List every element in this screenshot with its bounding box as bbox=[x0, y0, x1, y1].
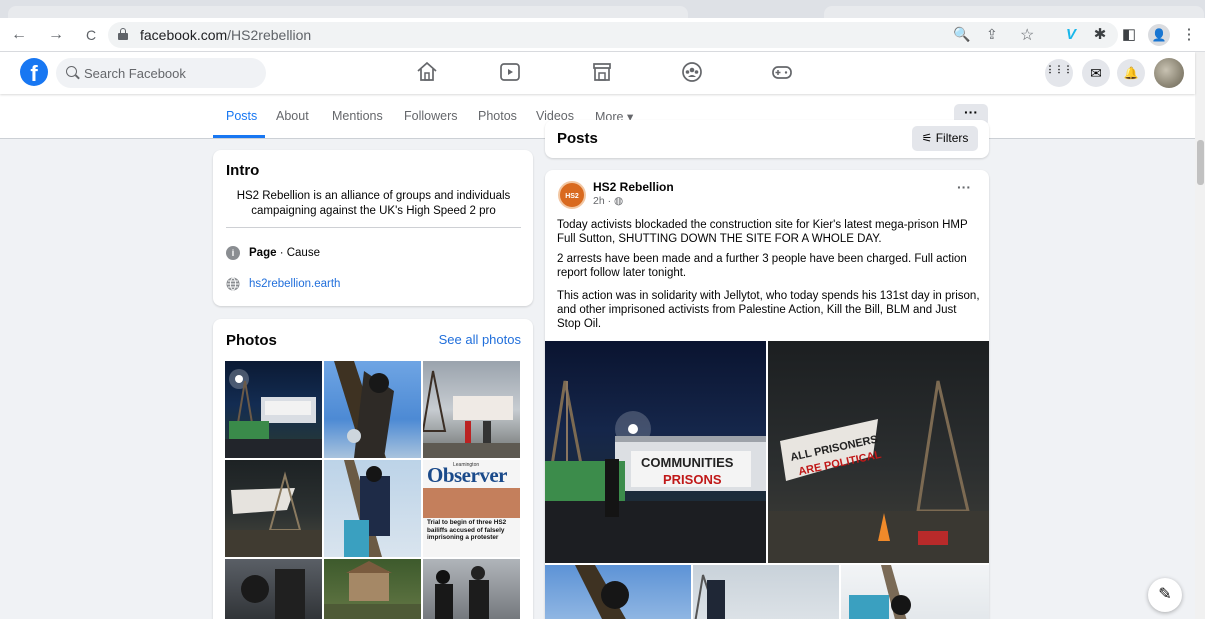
browser-tab[interactable] bbox=[824, 6, 1204, 18]
masthead: Observer bbox=[427, 463, 507, 487]
photo-thumbnail[interactable] bbox=[225, 559, 322, 619]
browser-menu-icon[interactable]: ⋮ bbox=[1178, 24, 1200, 46]
tab-mentions[interactable]: Mentions bbox=[332, 109, 383, 123]
photo-thumbnail[interactable] bbox=[324, 559, 421, 619]
new-message-compose-icon[interactable]: ✎ bbox=[1148, 578, 1182, 612]
post-image[interactable] bbox=[693, 565, 839, 619]
browser-toolbar: ← → C facebook.com/HS2rebellion 🔍 ⇪ ☆ V … bbox=[0, 18, 1205, 52]
intro-card: Intro HS2 Rebellion is an alliance of gr… bbox=[213, 150, 533, 306]
website-link[interactable]: hs2rebellion.earth bbox=[249, 278, 340, 290]
back-arrow-icon[interactable]: ← bbox=[8, 24, 30, 46]
messenger-icon[interactable]: ✉ bbox=[1082, 59, 1110, 87]
photos-card: Photos See all photos Leamington Observe… bbox=[213, 319, 533, 619]
filters-button[interactable]: ⚟ Filters bbox=[912, 126, 978, 151]
side-panel-icon[interactable]: ◧ bbox=[1118, 24, 1140, 46]
page-category: Page · Cause bbox=[249, 247, 320, 259]
home-icon[interactable] bbox=[415, 60, 439, 84]
marketplace-icon[interactable] bbox=[590, 60, 614, 84]
browser-tab[interactable] bbox=[8, 6, 688, 18]
vimeo-extension-icon[interactable]: V bbox=[1060, 24, 1082, 46]
post-image[interactable]: COMMUNITIES PRISONS bbox=[545, 341, 766, 563]
tab-followers[interactable]: Followers bbox=[404, 109, 458, 123]
posts-header-card: Posts ⚟ Filters bbox=[545, 120, 989, 158]
facebook-header: f ⋮⋮⋮ ✉ 🔔 bbox=[0, 52, 1195, 94]
post-author-name[interactable]: HS2 Rebellion bbox=[593, 180, 674, 194]
extensions-puzzle-icon[interactable]: ✱ bbox=[1089, 24, 1111, 46]
tab-posts[interactable]: Posts bbox=[226, 109, 257, 123]
see-all-photos-link[interactable]: See all photos bbox=[439, 332, 521, 347]
post-author-avatar[interactable]: HS2 bbox=[558, 181, 586, 209]
photo-thumbnail[interactable] bbox=[225, 460, 322, 557]
lock-icon[interactable] bbox=[118, 28, 128, 40]
active-tab-indicator bbox=[213, 135, 265, 138]
search-input[interactable] bbox=[84, 64, 254, 82]
tab-about[interactable]: About bbox=[276, 109, 309, 123]
tab-photos[interactable]: Photos bbox=[478, 109, 517, 123]
intro-bio: HS2 Rebellion is an alliance of groups a… bbox=[236, 190, 511, 217]
profile-icon[interactable]: 👤 bbox=[1148, 24, 1170, 46]
news-thumbnail[interactable]: Leamington Observer Trial to begin of th… bbox=[423, 460, 520, 557]
bookmark-star-icon[interactable]: ☆ bbox=[1020, 25, 1034, 45]
post-options-icon[interactable]: ··· bbox=[957, 179, 971, 195]
post-text: 2 arrests have been made and a further 3… bbox=[557, 253, 967, 279]
post-image[interactable] bbox=[841, 565, 989, 619]
post-text: Today activists blockaded the constructi… bbox=[557, 219, 968, 245]
watch-icon[interactable] bbox=[498, 60, 522, 84]
intro-title: Intro bbox=[226, 162, 260, 179]
notifications-bell-icon[interactable]: 🔔 bbox=[1117, 59, 1145, 87]
gaming-icon[interactable] bbox=[770, 60, 794, 84]
photos-title: Photos bbox=[226, 332, 277, 349]
scrollbar-thumb[interactable] bbox=[1197, 140, 1204, 185]
reload-icon[interactable]: C bbox=[80, 24, 102, 46]
photo-thumbnail[interactable] bbox=[324, 361, 421, 458]
post-card: HS2 HS2 Rebellion 2h · ◍ ··· Today activ… bbox=[545, 170, 989, 619]
news-headline: Trial to begin of three HS2 bailiffs acc… bbox=[427, 519, 507, 541]
post-text: This action was in solidarity with Jelly… bbox=[557, 290, 980, 330]
globe-icon bbox=[226, 277, 240, 291]
post-image[interactable]: ALL PRISONERS ARE POLITICAL bbox=[768, 341, 989, 563]
photo-thumbnail[interactable] bbox=[324, 460, 421, 557]
photo-thumbnail[interactable] bbox=[225, 361, 322, 458]
photo-thumbnail[interactable] bbox=[423, 559, 520, 619]
post-image[interactable] bbox=[545, 565, 691, 619]
zoom-icon[interactable]: 🔍 bbox=[953, 26, 970, 43]
filters-label: Filters bbox=[935, 131, 969, 145]
menu-grid-icon[interactable]: ⋮⋮⋮ bbox=[1045, 59, 1073, 87]
facebook-search[interactable] bbox=[56, 58, 266, 88]
share-icon[interactable]: ⇪ bbox=[986, 26, 998, 43]
news-photo bbox=[423, 488, 520, 518]
svg-text:PRISONS: PRISONS bbox=[663, 472, 722, 487]
divider bbox=[226, 227, 521, 228]
facebook-logo-icon[interactable]: f bbox=[20, 58, 48, 86]
globe-icon: ◍ bbox=[614, 195, 624, 207]
filters-icon: ⚟ bbox=[921, 131, 933, 145]
groups-icon[interactable] bbox=[680, 60, 704, 84]
url-text[interactable]: facebook.com/HS2rebellion bbox=[140, 27, 311, 43]
posts-title: Posts bbox=[557, 130, 598, 147]
browser-tab-strip bbox=[0, 0, 1205, 18]
post-timestamp[interactable]: 2h · ◍ bbox=[593, 195, 623, 207]
photo-thumbnail[interactable] bbox=[423, 361, 520, 458]
account-avatar[interactable] bbox=[1154, 58, 1184, 88]
address-bar[interactable]: facebook.com/HS2rebellion 🔍 ⇪ ☆ bbox=[108, 22, 1118, 48]
forward-arrow-icon[interactable]: → bbox=[45, 24, 67, 46]
page-scrollbar[interactable] bbox=[1195, 52, 1205, 619]
svg-text:COMMUNITIES: COMMUNITIES bbox=[641, 455, 734, 470]
info-icon: i bbox=[226, 246, 240, 260]
search-icon bbox=[66, 66, 77, 77]
